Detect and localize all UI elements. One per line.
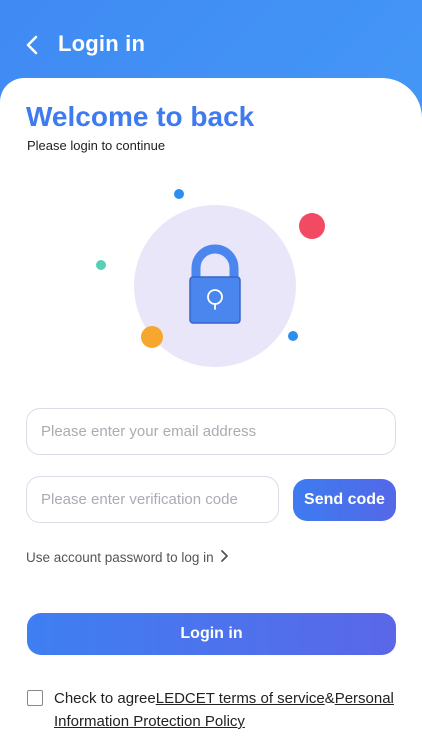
agreement-text: Check to agreeLEDCET terms of service&Pe… xyxy=(54,687,404,733)
red-dot-decoration xyxy=(299,213,325,239)
chevron-right-icon xyxy=(220,549,229,566)
orange-dot-decoration xyxy=(141,326,163,348)
page-title: Login in xyxy=(58,31,146,56)
agreement-joiner: & xyxy=(324,690,335,707)
agreement-prefix: Check to agree xyxy=(54,690,156,707)
teal-dot-decoration xyxy=(96,260,106,270)
login-button[interactable]: Login in xyxy=(27,613,396,655)
small-blue-dot-decoration xyxy=(288,331,298,341)
blue-dot-decoration xyxy=(174,189,184,199)
password-login-label: Use account password to log in xyxy=(26,550,214,565)
agree-checkbox[interactable] xyxy=(27,690,43,706)
back-button[interactable] xyxy=(22,33,44,57)
terms-of-service-link[interactable]: LEDCET terms of service xyxy=(156,690,325,707)
email-input[interactable] xyxy=(26,408,396,455)
verification-code-input[interactable] xyxy=(26,476,279,523)
welcome-subtitle: Please login to continue xyxy=(27,138,166,153)
chevron-left-icon xyxy=(26,35,38,55)
lock-illustration xyxy=(96,189,325,367)
send-code-button[interactable]: Send code xyxy=(293,479,396,521)
password-login-link[interactable]: Use account password to log in xyxy=(26,549,229,566)
welcome-title: Welcome to back xyxy=(26,101,255,132)
login-card: Welcome to back Please login to continue… xyxy=(0,78,422,750)
top-bar: Login in xyxy=(0,0,422,90)
